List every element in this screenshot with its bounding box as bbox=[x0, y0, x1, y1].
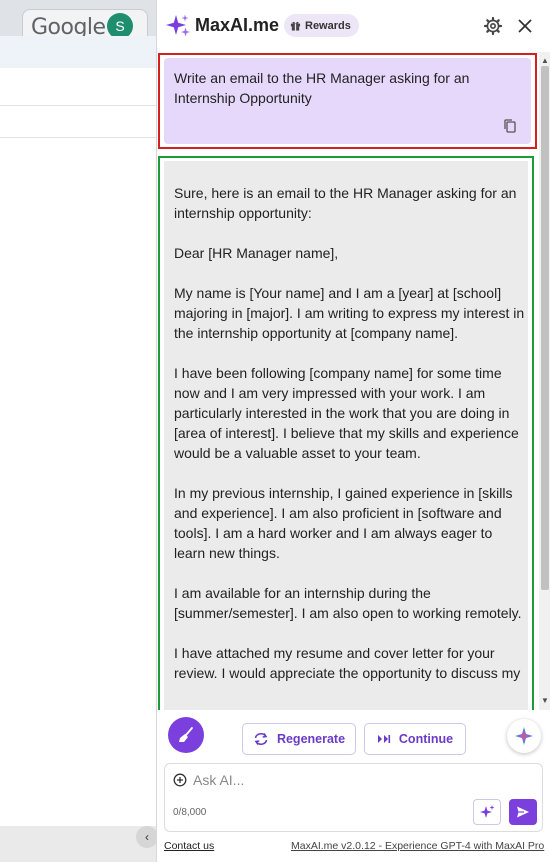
prompt-library-button[interactable] bbox=[473, 799, 501, 825]
scroll-down-arrow-icon[interactable]: ▼ bbox=[541, 696, 549, 705]
broom-icon bbox=[179, 727, 193, 742]
ai-response: Sure, here is an email to the HR Manager… bbox=[164, 161, 528, 710]
rewards-button[interactable]: Rewards bbox=[284, 14, 359, 37]
chat-messages[interactable]: Write an email to the HR Manager asking … bbox=[157, 52, 539, 710]
page-banner-strip bbox=[0, 36, 156, 68]
panel-header: MaxAI.me Rewards bbox=[157, 0, 550, 52]
clear-chat-button[interactable] bbox=[168, 717, 204, 753]
contact-us-link[interactable]: Contact us bbox=[164, 840, 214, 852]
sparkle-logo-icon bbox=[166, 14, 190, 37]
send-button[interactable] bbox=[509, 799, 537, 825]
copy-icon[interactable] bbox=[502, 118, 518, 134]
user-message-highlight: Write an email to the HR Manager asking … bbox=[158, 53, 537, 149]
app-title: MaxAI.me bbox=[195, 15, 280, 35]
regenerate-button[interactable]: Regenerate bbox=[242, 723, 356, 755]
version-upgrade-link[interactable]: MaxAI.me v2.0.12 - Experience GPT-4 with… bbox=[291, 840, 544, 852]
double-chevron-icon bbox=[377, 735, 391, 743]
ai-response-text: Sure, here is an email to the HR Manager… bbox=[174, 183, 526, 703]
sparkle-icon bbox=[515, 727, 533, 745]
sparkle-prompt-icon bbox=[480, 805, 495, 818]
ai-response-highlight: Sure, here is an email to the HR Manager… bbox=[158, 156, 534, 710]
browser-toolbar: Google S bbox=[0, 0, 156, 43]
chat-scrollbar[interactable]: ▲ ▼ bbox=[539, 52, 550, 710]
response-paragraph: Dear [HR Manager name], bbox=[174, 245, 339, 261]
continue-button[interactable]: Continue bbox=[364, 723, 466, 755]
chat-input-box: 0/8,000 bbox=[164, 763, 543, 832]
divider bbox=[0, 137, 156, 138]
chevron-left-icon[interactable]: ‹ bbox=[136, 826, 158, 848]
regenerate-label: Regenerate bbox=[276, 732, 346, 746]
continue-label: Continue bbox=[398, 732, 454, 746]
scroll-up-arrow-icon[interactable]: ▲ bbox=[541, 56, 549, 65]
response-paragraph: I am available for an internship during … bbox=[174, 585, 522, 621]
response-paragraph: I have been following [company name] for… bbox=[174, 365, 519, 461]
refresh-icon bbox=[254, 732, 268, 746]
plus-circle-icon[interactable] bbox=[173, 773, 187, 787]
rewards-label: Rewards bbox=[305, 19, 351, 32]
response-paragraph: Sure, here is an email to the HR Manager… bbox=[174, 185, 517, 221]
response-paragraph: In my previous internship, I gained expe… bbox=[174, 485, 513, 561]
response-paragraph: My name is [Your name] and I am a [year]… bbox=[174, 285, 525, 341]
scrollbar-thumb[interactable] bbox=[541, 66, 549, 590]
maxai-sidebar: MaxAI.me Rewards Write an email to the H… bbox=[156, 0, 550, 862]
background-page: Google S ‹ bbox=[0, 0, 158, 862]
gift-icon bbox=[290, 21, 301, 31]
page-footer-bar bbox=[0, 826, 156, 862]
user-message-text: Write an email to the HR Manager asking … bbox=[174, 70, 470, 106]
user-message: Write an email to the HR Manager asking … bbox=[164, 58, 531, 144]
assistant-button[interactable] bbox=[507, 719, 541, 753]
divider bbox=[0, 105, 156, 106]
character-count: 0/8,000 bbox=[173, 807, 207, 818]
ask-ai-input[interactable] bbox=[193, 770, 463, 790]
close-icon[interactable] bbox=[515, 16, 535, 36]
response-paragraph: I have attached my resume and cover lett… bbox=[174, 645, 521, 681]
gear-icon[interactable] bbox=[483, 16, 503, 36]
send-icon bbox=[517, 806, 529, 818]
